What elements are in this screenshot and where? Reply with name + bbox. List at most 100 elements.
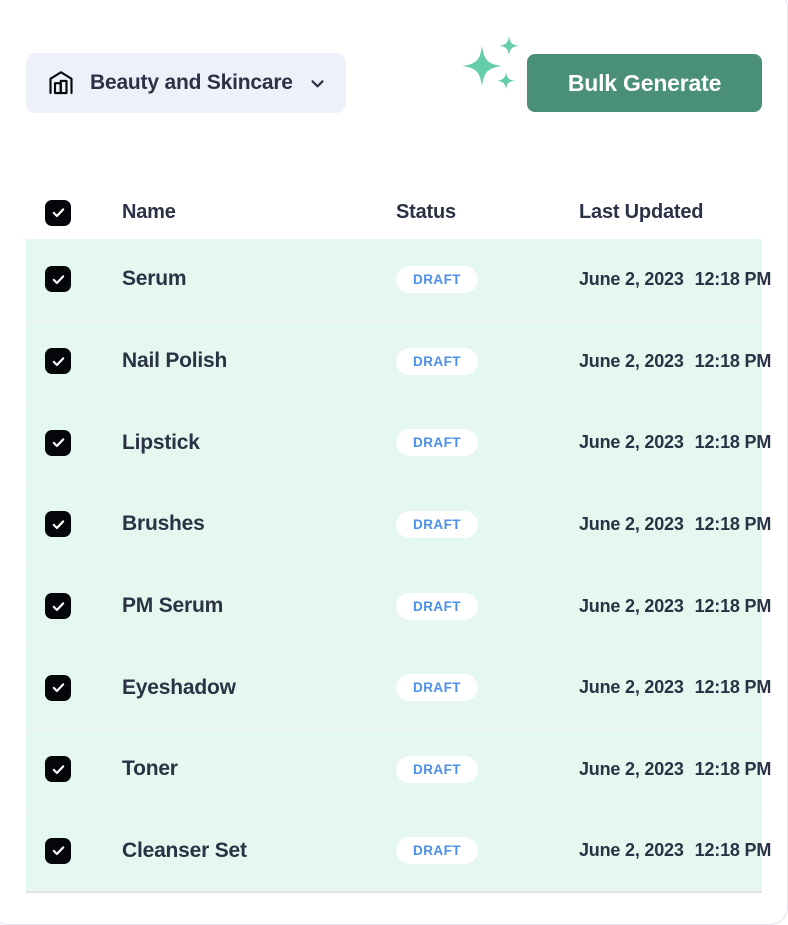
table-row[interactable]: PM Serum DRAFT June 2, 2023 12:18 PM xyxy=(26,565,771,648)
header-status-label: Status xyxy=(396,201,456,223)
last-updated-value: June 2, 2023 12:18 PM xyxy=(579,677,771,697)
store-selector[interactable]: Beauty and Skincare xyxy=(26,53,346,113)
row-checkbox[interactable] xyxy=(45,837,71,864)
last-updated-date: June 2, 2023 xyxy=(579,268,684,289)
bulk-generate-button[interactable]: Bulk Generate xyxy=(527,54,762,112)
product-name: Eyeshadow xyxy=(122,675,236,699)
last-updated-value: June 2, 2023 12:18 PM xyxy=(579,514,771,534)
product-name: PM Serum xyxy=(122,594,224,618)
last-updated-time: 12:18 PM xyxy=(694,350,772,371)
last-updated-date: June 2, 2023 xyxy=(579,677,684,698)
table-header-row: Name Status Last Updated xyxy=(26,186,762,239)
chevron-down-icon xyxy=(309,75,326,92)
row-select-cell xyxy=(26,266,122,293)
row-status-cell: DRAFT xyxy=(396,347,554,375)
last-updated-date: June 2, 2023 xyxy=(579,432,684,453)
status-badge: DRAFT xyxy=(396,265,478,293)
select-all-cell xyxy=(26,199,122,226)
row-status-cell: DRAFT xyxy=(396,265,554,293)
last-updated-value: June 2, 2023 12:18 PM xyxy=(579,840,771,860)
row-checkbox[interactable] xyxy=(45,511,71,538)
status-badge: DRAFT xyxy=(396,755,478,783)
last-updated-value: June 2, 2023 12:18 PM xyxy=(579,351,771,371)
table-row[interactable]: Nail Polish DRAFT June 2, 2023 12:18 PM xyxy=(26,320,771,403)
toolbar: Beauty and Skincare Bulk Generate xyxy=(0,0,788,150)
row-last-updated-cell: June 2, 2023 12:18 PM xyxy=(554,351,771,372)
product-name: Brushes xyxy=(122,512,205,536)
row-name-cell: Toner xyxy=(122,757,396,781)
last-updated-time: 12:18 PM xyxy=(694,677,772,698)
row-checkbox[interactable] xyxy=(45,348,71,375)
row-name-cell: Nail Polish xyxy=(122,349,396,373)
row-select-cell xyxy=(26,837,122,864)
row-status-cell: DRAFT xyxy=(396,755,554,783)
last-updated-time: 12:18 PM xyxy=(694,758,772,779)
table-row[interactable]: Brushes DRAFT June 2, 2023 12:18 PM xyxy=(26,484,771,566)
row-status-cell: DRAFT xyxy=(396,674,554,702)
product-name: Cleanser Set xyxy=(122,838,247,862)
row-status-cell: DRAFT xyxy=(396,429,554,457)
status-badge: DRAFT xyxy=(396,429,478,457)
row-checkbox[interactable] xyxy=(45,429,71,456)
row-name-cell: Cleanser Set xyxy=(122,839,396,863)
product-name: Toner xyxy=(122,757,178,781)
last-updated-value: June 2, 2023 12:18 PM xyxy=(579,432,771,452)
row-checkbox[interactable] xyxy=(45,266,71,293)
last-updated-value: June 2, 2023 12:18 PM xyxy=(579,759,771,779)
table-row[interactable]: Serum DRAFT June 2, 2023 12:18 PM xyxy=(26,239,771,321)
products-table: Name Status Last Updated Serum DRAFT June … xyxy=(26,186,771,893)
row-status-cell: DRAFT xyxy=(396,510,554,538)
row-select-cell xyxy=(26,511,122,538)
last-updated-value: June 2, 2023 12:18 PM xyxy=(579,596,771,616)
last-updated-value: June 2, 2023 12:18 PM xyxy=(579,269,771,289)
last-updated-date: June 2, 2023 xyxy=(579,758,684,779)
row-checkbox[interactable] xyxy=(45,593,71,620)
last-updated-time: 12:18 PM xyxy=(694,268,772,289)
row-name-cell: PM Serum xyxy=(122,594,396,618)
row-name-cell: Eyeshadow xyxy=(122,676,396,700)
last-updated-time: 12:18 PM xyxy=(694,595,772,616)
row-select-cell xyxy=(26,348,122,375)
app-content: Beauty and Skincare Bulk Generate Name S… xyxy=(0,0,788,920)
header-name: Name xyxy=(122,201,396,224)
warehouse-icon xyxy=(46,68,76,98)
table-row[interactable]: Lipstick DRAFT June 2, 2023 12:18 PM xyxy=(26,402,771,485)
row-status-cell: DRAFT xyxy=(396,837,554,865)
status-badge: DRAFT xyxy=(396,347,478,375)
row-checkbox[interactable] xyxy=(45,674,71,701)
row-select-cell xyxy=(26,429,122,456)
last-updated-date: June 2, 2023 xyxy=(579,513,684,534)
header-last-updated: Last Updated xyxy=(554,201,762,224)
last-updated-date: June 2, 2023 xyxy=(579,840,684,861)
status-badge: DRAFT xyxy=(396,510,478,538)
store-selector-label: Beauty and Skincare xyxy=(90,71,293,94)
table-body: Serum DRAFT June 2, 2023 12:18 PM Nail Polis… xyxy=(26,239,771,893)
row-status-cell: DRAFT xyxy=(396,592,554,620)
table-row[interactable]: Cleanser Set DRAFT June 2, 2023 12:18 PM xyxy=(26,810,771,893)
product-name: Serum xyxy=(122,267,187,291)
product-name: Lipstick xyxy=(122,430,200,454)
row-name-cell: Lipstick xyxy=(122,431,396,455)
row-checkbox[interactable] xyxy=(45,756,71,783)
last-updated-time: 12:18 PM xyxy=(694,432,772,453)
table-row[interactable]: Toner DRAFT June 2, 2023 12:18 PM xyxy=(26,729,771,811)
last-updated-time: 12:18 PM xyxy=(694,513,772,534)
row-last-updated-cell: June 2, 2023 12:18 PM xyxy=(554,677,771,698)
sparkles-icon xyxy=(456,28,526,98)
header-last-updated-label: Last Updated xyxy=(579,201,704,223)
row-select-cell xyxy=(26,674,122,701)
row-last-updated-cell: June 2, 2023 12:18 PM xyxy=(554,840,771,861)
status-badge: DRAFT xyxy=(396,674,478,702)
row-last-updated-cell: June 2, 2023 12:18 PM xyxy=(554,596,771,617)
select-all-checkbox[interactable] xyxy=(45,199,71,226)
last-updated-date: June 2, 2023 xyxy=(579,595,684,616)
row-last-updated-cell: June 2, 2023 12:18 PM xyxy=(554,514,771,535)
row-select-cell xyxy=(26,756,122,783)
row-last-updated-cell: June 2, 2023 12:18 PM xyxy=(554,432,771,453)
row-last-updated-cell: June 2, 2023 12:18 PM xyxy=(554,759,771,780)
header-name-label: Name xyxy=(122,201,176,223)
row-name-cell: Serum xyxy=(122,267,396,291)
product-name: Nail Polish xyxy=(122,349,228,373)
table-row[interactable]: Eyeshadow DRAFT June 2, 2023 12:18 PM xyxy=(26,647,771,730)
row-select-cell xyxy=(26,593,122,620)
